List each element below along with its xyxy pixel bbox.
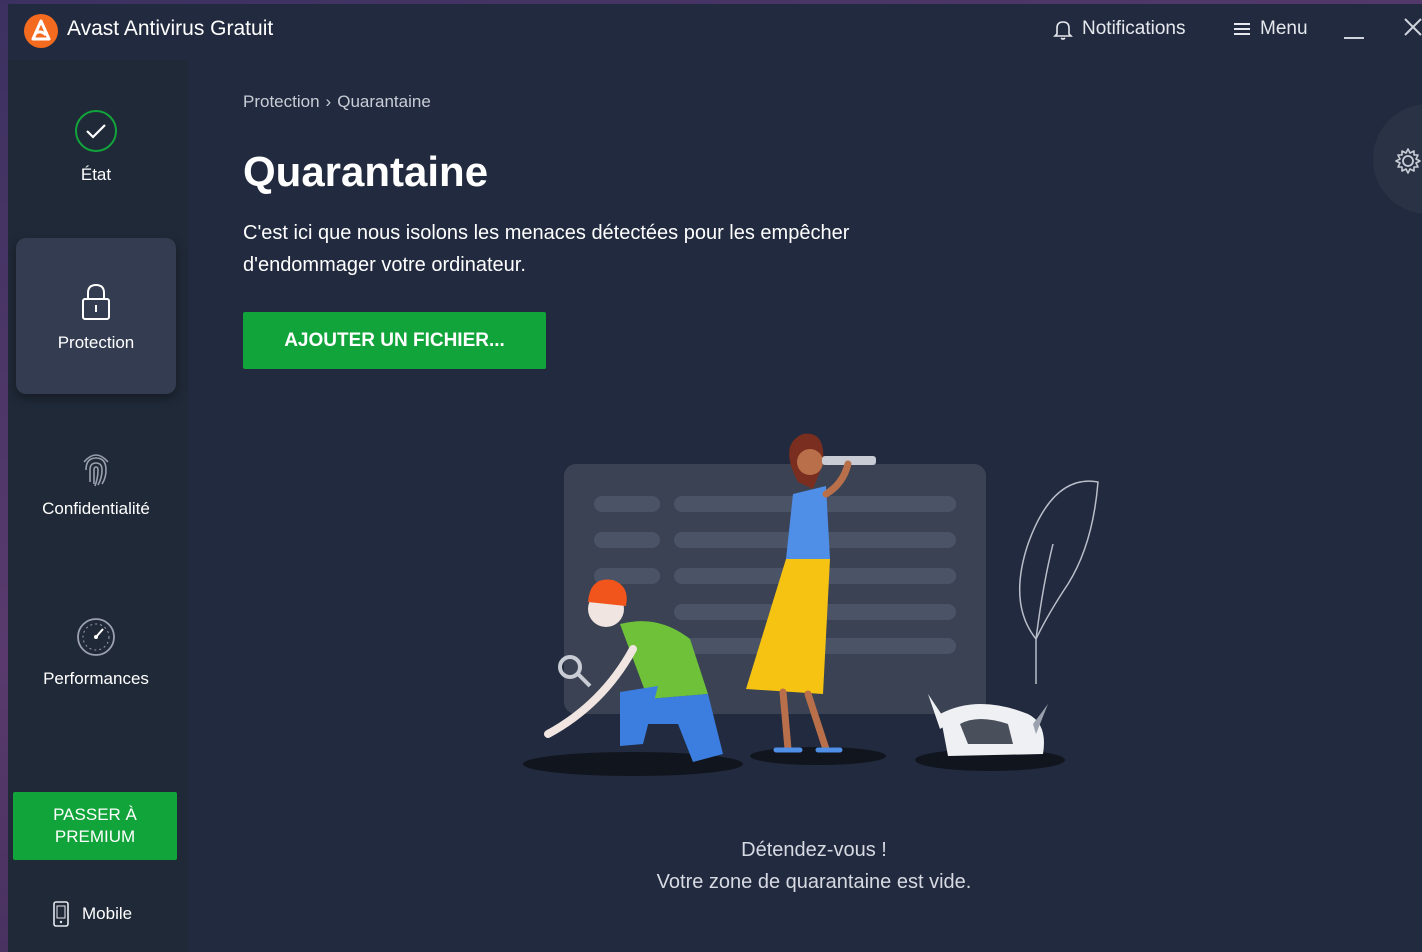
settings-button[interactable] <box>1373 104 1422 214</box>
mobile-label: Mobile <box>82 904 133 923</box>
fingerprint-icon <box>83 454 109 487</box>
empty-quarantine-illustration <box>523 433 1099 776</box>
breadcrumb-current: Quarantaine <box>337 92 431 111</box>
sidebar-item-protection[interactable]: Protection <box>16 238 176 394</box>
notifications-button[interactable]: Notifications <box>1052 18 1186 40</box>
avast-logo-icon <box>24 14 58 48</box>
menu-button[interactable]: Menu <box>1232 18 1308 40</box>
sidebar-item-performances[interactable]: Performances <box>16 616 176 696</box>
gear-icon <box>1395 148 1421 174</box>
sidebar-item-label: Protection <box>57 333 135 352</box>
speedometer-icon <box>77 618 115 656</box>
sidebar-item-etat[interactable]: État <box>16 108 176 188</box>
empty-subtitle: Votre zone de quarantaine est vide. <box>656 871 972 893</box>
sidebar-item-label: Confidentialité <box>42 499 150 518</box>
add-file-button[interactable]: AJOUTER UN FICHIER... <box>243 312 546 369</box>
mobile-button[interactable]: Mobile <box>52 900 132 928</box>
check-circle-icon <box>75 110 117 152</box>
title-bar: Avast Antivirus Gratuit Notifications Me… <box>8 4 1422 60</box>
breadcrumb-link-protection[interactable]: Protection <box>243 92 320 111</box>
page-title: Quarantaine <box>243 148 489 195</box>
empty-title: Détendez-vous ! <box>741 839 887 861</box>
menu-label: Menu <box>1260 18 1308 39</box>
close-icon[interactable] <box>1402 16 1422 38</box>
sidebar-item-confidentialite[interactable]: Confidentialité <box>16 448 176 528</box>
app-window: Avast Antivirus Gratuit Notifications Me… <box>8 4 1422 952</box>
bell-icon <box>1053 21 1073 40</box>
sidebar-item-label: État <box>80 165 112 184</box>
app-title: Avast Antivirus Gratuit <box>67 17 274 40</box>
breadcrumb-separator: › <box>325 92 332 111</box>
minimize-button[interactable] <box>1344 16 1366 40</box>
hamburger-icon <box>1234 23 1250 35</box>
empty-quarantine-message: Détendez-vous ! Votre zone de quarantain… <box>508 834 1120 898</box>
mobile-phone-icon <box>53 901 69 927</box>
lock-icon <box>82 283 110 320</box>
premium-upgrade-button[interactable]: PASSER À PREMIUM <box>13 792 177 860</box>
sidebar-item-label: Performances <box>43 669 149 688</box>
sidebar: État Protection Confidentialité Performa… <box>8 60 188 952</box>
breadcrumb: Protection › Quarantaine <box>243 92 431 112</box>
page-description: C'est ici que nous isolons les menaces d… <box>243 222 850 276</box>
notifications-label: Notifications <box>1082 18 1186 39</box>
